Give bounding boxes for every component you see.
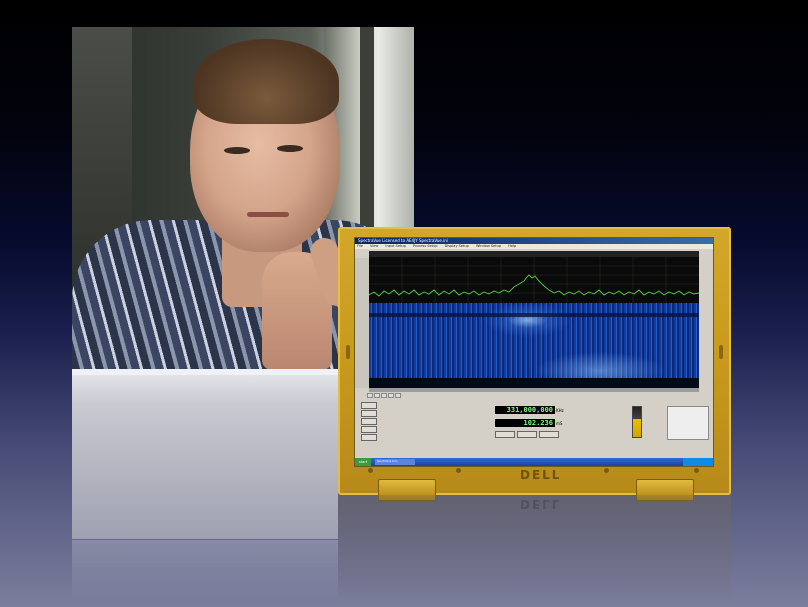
control-panel: 331,000,000 KHz 102.236 mS [355, 398, 713, 458]
spectrum-plot [369, 257, 699, 303]
control-button-5[interactable] [361, 434, 377, 441]
control-button-4[interactable] [361, 426, 377, 433]
menu-help[interactable]: Help [508, 244, 516, 248]
frequency-unit: KHz [556, 408, 564, 413]
status-led-3 [604, 468, 609, 473]
spectrum-grid [369, 257, 699, 303]
windows-start-icon[interactable]: start [355, 458, 371, 466]
menu-view[interactable]: View [370, 244, 378, 248]
level-meter [632, 406, 642, 438]
app-menubar: File View Input Setup Process Setup Disp… [355, 244, 713, 249]
control-button-2[interactable] [361, 410, 377, 417]
dell-laptop: SpectraVue Licensed to AE4JY SpectraVue.… [338, 227, 731, 501]
menu-window-setup[interactable]: Window Setup [476, 244, 501, 248]
horizontal-scrollbar[interactable] [369, 388, 699, 392]
system-tray [683, 458, 713, 466]
laptop-lid-reflection [72, 540, 338, 600]
panel-button-a[interactable] [495, 431, 515, 438]
laptop-screen: SpectraVue Licensed to AE4JY SpectraVue.… [354, 237, 714, 467]
sweep-time-display: 102.236 [495, 419, 555, 427]
menu-input-setup[interactable]: Input Setup [385, 244, 405, 248]
bezel-button-left [346, 345, 350, 359]
control-button-3[interactable] [361, 418, 377, 425]
status-led-4 [694, 468, 699, 473]
control-button-1[interactable] [361, 402, 377, 409]
status-led-2 [456, 468, 461, 473]
laptop-lid-edge [72, 369, 338, 375]
center-frequency-display: 331,000,000 [495, 406, 555, 414]
menu-file[interactable]: File [357, 244, 363, 248]
bezel-button-right [719, 345, 723, 359]
time-unit: mS [556, 421, 563, 426]
amplitude-scale [355, 258, 369, 388]
menu-process-setup[interactable]: Process Setup [413, 244, 438, 248]
taskbar-app-button[interactable]: SpectraVue Lim... [375, 459, 415, 465]
waterfall-band [369, 313, 699, 317]
windows-taskbar: start SpectraVue Lim... [355, 458, 713, 466]
left-eye [224, 147, 250, 154]
dell-laptop-reflection: DELL [338, 495, 731, 605]
menu-display-setup[interactable]: Display Setup [445, 244, 469, 248]
dell-logo-reflection: DELL [520, 497, 562, 511]
waterfall-display [369, 303, 699, 388]
laptop-lid-back [72, 369, 338, 539]
waterfall-empty-area [369, 378, 699, 388]
panel-button-b[interactable] [517, 431, 537, 438]
mouth [247, 212, 289, 217]
dell-logo: DELL [520, 468, 562, 482]
right-eye [277, 145, 303, 152]
info-box [667, 406, 709, 440]
status-led-1 [368, 468, 373, 473]
panel-button-c[interactable] [539, 431, 559, 438]
hair [194, 39, 339, 124]
